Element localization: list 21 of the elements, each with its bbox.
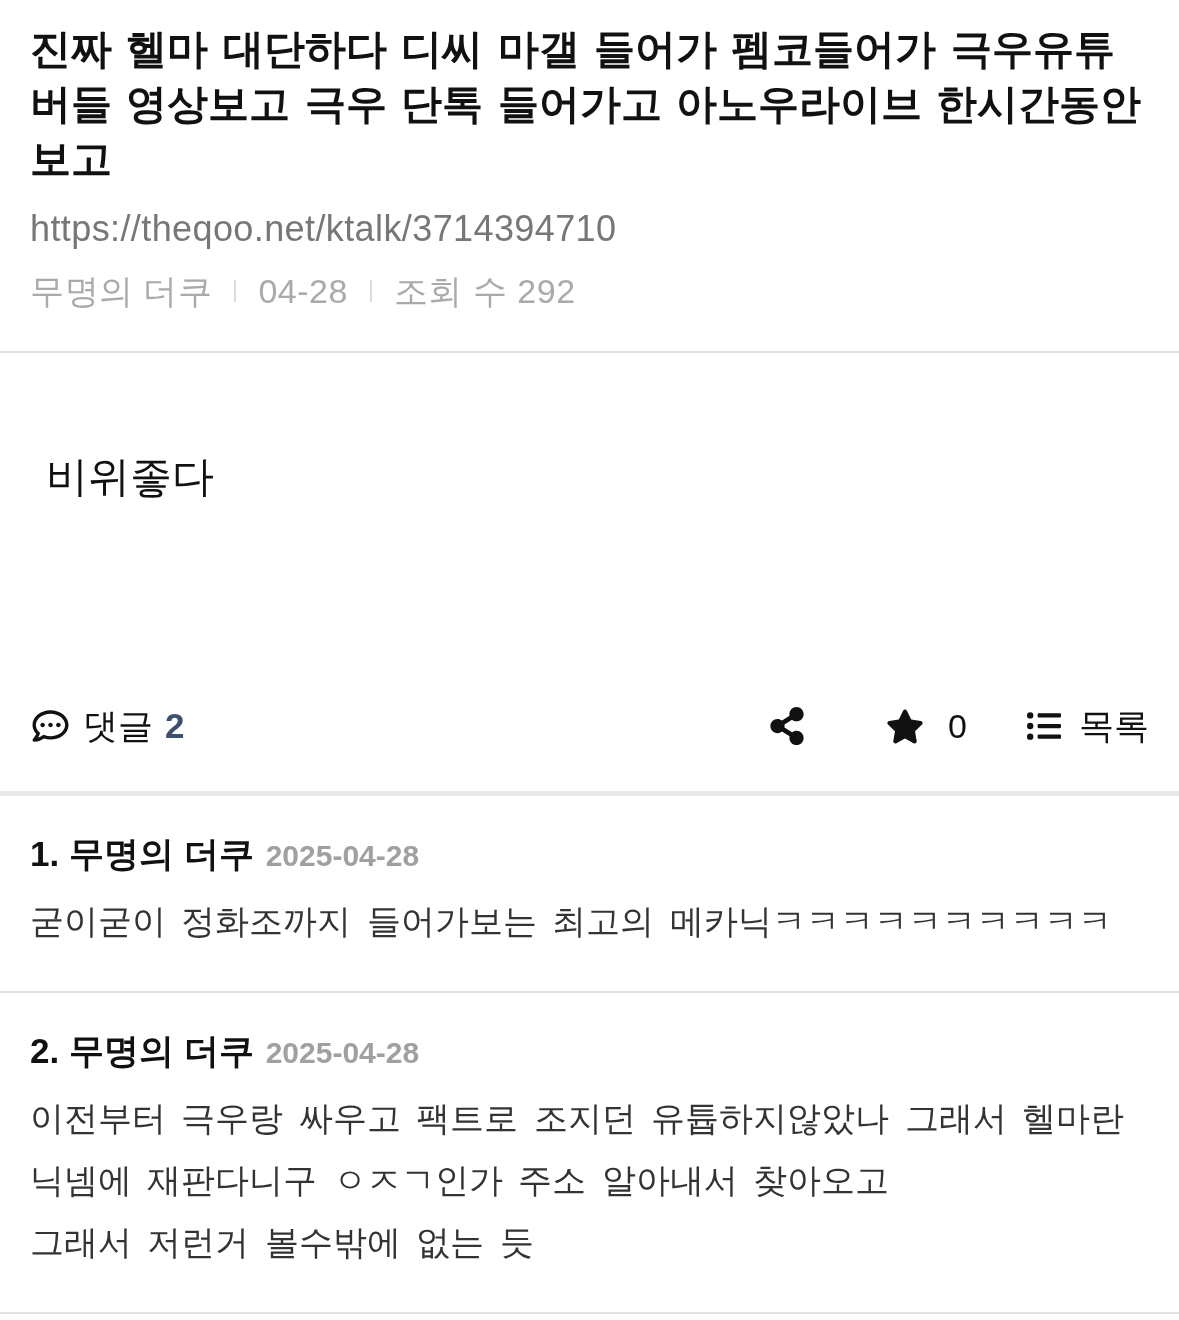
author-name: 무명의 더쿠 [30,271,213,312]
comment-text: 굳이굳이 정화조까지 들어가보는 최고의 메카닉ㅋㅋㅋㅋㅋㅋㅋㅋㅋㅋ [30,901,1113,942]
comments-count[interactable]: 2 [165,704,185,748]
comment-date: 2025-04-28 [265,838,420,874]
post-url[interactable]: https://theqoo.net/ktalk/3714394710 [30,208,617,249]
comment-author: 2. 무명의 더쿠 [30,1030,254,1072]
list-button[interactable]: 목록 [1025,704,1149,748]
comment-author: 1. 무명의 더쿠 [30,833,254,875]
share-button[interactable] [770,706,805,746]
star-icon [886,707,925,745]
share-icon [770,707,805,745]
comment-date: 2025-04-28 [265,1035,420,1071]
post-title: 진짜 헬마 대단하다 디씨 마갤 들어가 펨코들어가 극우유튜버들 영상보고 극우 단톡 들어가고 아노우라이브 한시간동안 보고 [30,25,1143,184]
star-button[interactable]: 0 [886,704,967,748]
post-body: 비위좋다 [46,452,215,502]
list-icon [1025,709,1063,743]
view-count: 조회 수 292 [393,271,576,312]
comments-label[interactable]: 댓글 [83,704,153,748]
comment-text: 이전부터 극우랑 싸우고 팩트로 조지던 유튭하지않았나 그래서 헬마란 닉넴에 재판다니구 ㅇㅈㄱ인가 주소 알아내서 찾아오고 그래서 저런거 볼수밖에 없는 듯 [30,1098,1126,1263]
comment-icon [30,708,71,744]
post-date: 04-28 [258,271,348,312]
